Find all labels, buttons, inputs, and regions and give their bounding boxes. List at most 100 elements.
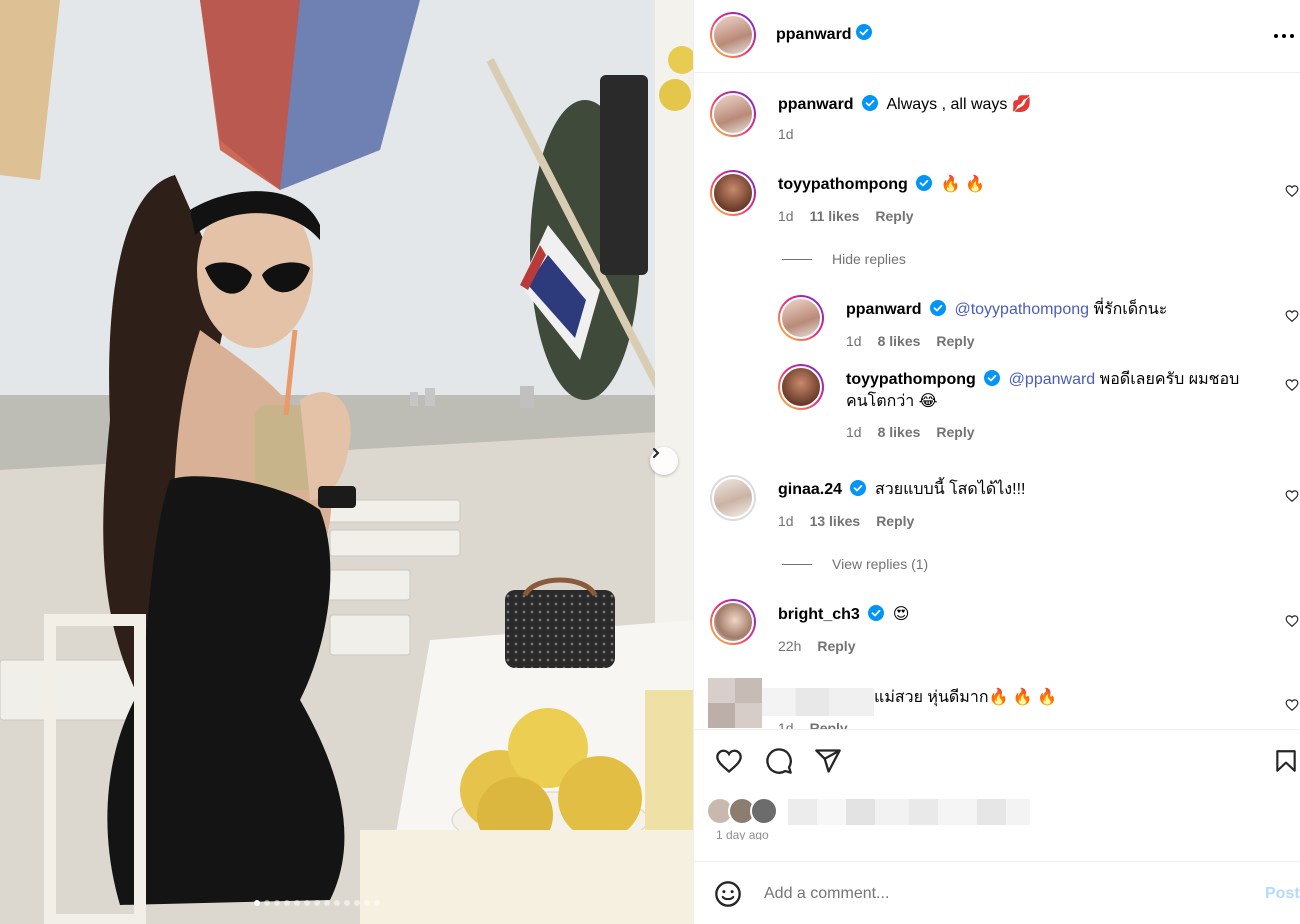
post-header: ppanward — [694, 0, 1300, 73]
comment-like-heart-icon[interactable] — [1285, 489, 1299, 508]
comment-partial: แม่สวย หุ่นดีมาก🔥 🔥 🔥 1d Reply — [694, 670, 1300, 729]
reply-button[interactable]: Reply — [876, 513, 914, 529]
pixelated-likes-summary — [788, 799, 1030, 825]
reply-text: พี่รักเด็กนะ — [1093, 301, 1168, 318]
reply-likes[interactable]: 8 likes — [878, 424, 921, 440]
comment-text: 🔥 🔥 — [940, 176, 985, 193]
carousel-dot — [314, 900, 320, 906]
carousel-indicator — [254, 900, 380, 906]
reply-button[interactable]: Reply — [810, 720, 848, 729]
reply-avatar[interactable] — [778, 364, 824, 410]
carousel-dot — [264, 900, 270, 906]
comment-time[interactable]: 1d — [778, 208, 794, 224]
heart-icon[interactable] — [714, 747, 744, 780]
verified-badge-icon — [855, 24, 872, 45]
reply-meta: 1d 8 likes Reply — [846, 424, 975, 440]
comment-likes[interactable]: 13 likes — [810, 513, 861, 529]
carousel-dot — [364, 900, 370, 906]
comment-like-heart-icon[interactable] — [1285, 614, 1299, 633]
caption-text: Always , all ways — [886, 96, 1008, 113]
reply-text: พอดีเลยครับ ผมชอบ — [1099, 371, 1240, 388]
comment-like-heart-icon[interactable] — [1285, 184, 1299, 203]
reply-time[interactable]: 1d — [846, 333, 862, 349]
comment-avatar[interactable] — [710, 475, 756, 521]
comment-text: 😍 — [892, 606, 910, 623]
carousel-dot — [304, 900, 310, 906]
liked-by-avatars[interactable] — [706, 797, 778, 825]
comment-time[interactable]: 1d — [778, 720, 794, 729]
caption-time[interactable]: 1d — [778, 126, 794, 142]
comment-meta: 22h Reply — [778, 638, 855, 654]
verified-badge-icon — [984, 370, 1001, 392]
more-options-icon[interactable] — [1272, 26, 1296, 51]
comment-text: แม่สวย หุ่นดีมาก🔥 🔥 🔥 — [874, 689, 1058, 706]
caption: ppanward Always , all ways 💋 — [778, 95, 1032, 117]
carousel-dot — [284, 900, 290, 906]
comment-icon[interactable] — [764, 747, 794, 780]
view-replies-button[interactable]: View replies (1) — [782, 556, 928, 572]
divider — [782, 563, 812, 565]
carousel-dot — [334, 900, 340, 906]
carousel-dot — [254, 900, 260, 906]
reply-likes[interactable]: 8 likes — [878, 333, 921, 349]
reply-mention[interactable]: @ppanward — [1009, 371, 1096, 388]
post-timestamp[interactable]: 1 day ago — [716, 828, 769, 840]
reply-like-heart-icon[interactable] — [1285, 309, 1299, 328]
emoji-icon[interactable] — [714, 880, 742, 913]
comment-meta: 1d 13 likes Reply — [778, 513, 914, 529]
comment: toyypathompong 🔥 🔥 — [778, 175, 985, 197]
reply: ppanward @toyypathompong พี่รักเด็กนะ — [846, 300, 1167, 322]
share-icon[interactable] — [814, 747, 842, 780]
pixelated-username — [762, 688, 874, 716]
comment-username[interactable]: toyypathompong — [778, 176, 908, 193]
post-panel: ppanward ppanward Always , all ways 💋 1d… — [693, 0, 1300, 924]
view-replies-label: View replies (1) — [832, 556, 929, 572]
reply-username[interactable]: ppanward — [846, 301, 922, 318]
carousel-dot — [294, 900, 300, 906]
author-avatar[interactable] — [710, 12, 756, 58]
carousel-dot — [374, 900, 380, 906]
reply: toyypathompong @ppanward พอดีเลยครับ ผมช… — [846, 370, 1266, 412]
action-bar: 1 day ago — [694, 729, 1300, 861]
verified-badge-icon — [916, 175, 933, 197]
comment-avatar[interactable] — [710, 170, 756, 216]
comment-text: สวยแบบนี้ โสดได้ไง!!! — [874, 481, 1026, 498]
next-photo-button[interactable] — [650, 447, 678, 475]
reply-time[interactable]: 1d — [846, 424, 862, 440]
comment-username[interactable]: bright_ch3 — [778, 606, 860, 623]
reply-button[interactable]: Reply — [936, 333, 974, 349]
bookmark-icon[interactable] — [1273, 747, 1299, 780]
comment-likes[interactable]: 11 likes — [810, 208, 860, 224]
hide-replies-label: Hide replies — [832, 251, 906, 267]
photo-artwork — [0, 0, 693, 924]
comment: ginaa.24 สวยแบบนี้ โสดได้ไง!!! — [778, 480, 1025, 502]
caption-username[interactable]: ppanward — [778, 96, 854, 113]
comment-time[interactable]: 1d — [778, 513, 794, 529]
reply-meta: 1d 8 likes Reply — [846, 333, 975, 349]
reply-button[interactable]: Reply — [817, 638, 855, 654]
reply-mention[interactable]: @toyypathompong — [954, 301, 1089, 318]
post-button[interactable]: Post — [1265, 885, 1300, 903]
comment-time[interactable]: 22h — [778, 638, 801, 654]
carousel-dot — [274, 900, 280, 906]
verified-badge-icon — [930, 300, 947, 322]
reply-avatar[interactable] — [778, 295, 824, 341]
caption-avatar[interactable] — [710, 91, 756, 137]
pixelated-avatar — [708, 678, 762, 728]
comment-input[interactable] — [764, 880, 1204, 908]
carousel-dot — [324, 900, 330, 906]
divider — [782, 258, 812, 260]
reply-username[interactable]: toyypathompong — [846, 371, 976, 388]
reply-like-heart-icon[interactable] — [1285, 378, 1299, 397]
verified-badge-icon — [850, 480, 867, 502]
carousel-dot — [344, 900, 350, 906]
comment-avatar[interactable] — [710, 599, 756, 645]
reply-text-continued: คนโตกว่า 😂 — [846, 393, 938, 410]
author-username[interactable]: ppanward — [776, 26, 852, 44]
reply-button[interactable]: Reply — [875, 208, 913, 224]
comment-like-heart-icon[interactable] — [1285, 698, 1299, 717]
reply-button[interactable]: Reply — [936, 424, 974, 440]
post-photo[interactable] — [0, 0, 693, 924]
hide-replies-button[interactable]: Hide replies — [782, 251, 906, 267]
comment-username[interactable]: ginaa.24 — [778, 481, 842, 498]
